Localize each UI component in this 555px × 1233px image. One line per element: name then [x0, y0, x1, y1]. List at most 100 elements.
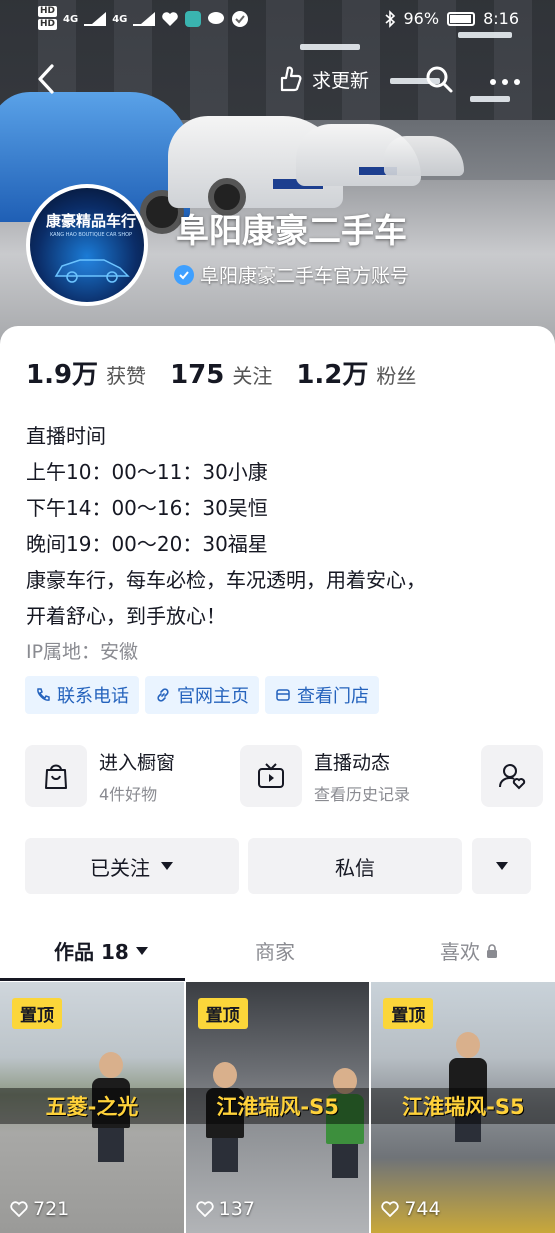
tab-merchant-label: 商家 — [255, 940, 295, 964]
store-icon — [276, 689, 290, 701]
verified-badge: 阜阳康豪二手车官方账号 — [174, 261, 409, 288]
profile-stats: 1.9万 获赞 175 关注 1.2万 粉丝 — [26, 354, 416, 391]
heart-icon — [10, 1201, 28, 1217]
tab-merchant[interactable]: 商家 — [255, 936, 295, 965]
live-activity-entry[interactable]: 直播动态 查看历史记录 — [240, 745, 410, 807]
video-likes: 137 — [196, 1198, 255, 1220]
link-label: 官网主页 — [177, 686, 249, 707]
message-button[interactable]: 私信 — [248, 838, 462, 894]
shield-check-icon — [232, 11, 249, 27]
chat-bubble-icon — [208, 12, 225, 24]
tv-icon — [240, 745, 302, 807]
live-activity-subtitle: 查看历史记录 — [314, 784, 411, 804]
bio-line: 下午14：00～16：30吴恒 — [26, 496, 268, 520]
stat-label: 关注 — [232, 364, 273, 388]
bio-line: 康豪车行，每车必检，车况透明，用着安心， — [26, 568, 426, 592]
contact-phone-link[interactable]: 联系电话 — [25, 676, 139, 714]
app-icon — [185, 11, 202, 27]
video-thumbnail[interactable]: 置顶 江淮瑞风-S5 744 — [371, 982, 555, 1233]
car-white — [384, 136, 464, 176]
tab-works[interactable]: 作品 18 — [54, 936, 149, 965]
stat-following[interactable]: 175 关注 — [170, 360, 272, 390]
search-icon[interactable] — [424, 64, 454, 94]
bio-line: 开着舒心，到手放心！ — [26, 604, 226, 628]
stat-number: 1.9万 — [26, 360, 99, 390]
bio-line: 直播时间 — [26, 424, 106, 448]
more-actions-button[interactable] — [472, 838, 531, 894]
view-store-link[interactable]: 查看门店 — [265, 676, 379, 714]
caret-down-icon — [161, 862, 173, 870]
person-figure — [449, 1032, 488, 1142]
bio-line: 上午10：00～11：30小康 — [26, 460, 268, 484]
video-likes-count: 137 — [218, 1198, 255, 1220]
video-likes-count: 721 — [33, 1198, 70, 1220]
shop-window-title: 进入橱窗 — [99, 751, 176, 774]
shop-window-subtitle: 4件好物 — [99, 784, 158, 804]
stat-likes[interactable]: 1.9万 获赞 — [26, 354, 146, 391]
heart-icon — [196, 1201, 214, 1217]
bluetooth-icon — [384, 9, 395, 28]
followed-button[interactable]: 已关注 — [25, 838, 239, 894]
video-thumbnail[interactable]: 置顶 五菱-之光 721 — [0, 982, 184, 1233]
signal-icon — [84, 12, 107, 26]
pinned-badge: 置顶 — [12, 998, 62, 1029]
shop-window-entry[interactable]: 进入橱窗 4件好物 — [25, 745, 175, 807]
more-options-icon[interactable] — [488, 64, 522, 94]
phone-icon — [37, 688, 50, 701]
video-likes: 744 — [381, 1198, 441, 1220]
signal-icon — [133, 12, 156, 26]
tab-likes[interactable]: 喜欢 — [440, 936, 498, 965]
video-title: 江淮瑞风-S5 — [185, 1088, 370, 1124]
user-heart-icon — [481, 745, 543, 807]
verified-label: 阜阳康豪二手车官方账号 — [200, 265, 410, 287]
active-tab-indicator — [0, 978, 185, 981]
status-bar: HD HD 4G 4G 96% 8:16 — [0, 0, 555, 38]
tab-works-label: 作品 18 — [54, 940, 129, 964]
clock: 8:16 — [483, 9, 519, 28]
stat-label: 粉丝 — [376, 364, 417, 388]
caret-down-icon — [135, 946, 148, 955]
back-arrow-icon[interactable] — [34, 62, 60, 96]
heart-icon — [381, 1201, 399, 1217]
ip-location: IP属地：安徽 — [26, 641, 139, 663]
website-link[interactable]: 官网主页 — [145, 676, 259, 714]
profile-name: 阜阳康豪二手车 — [176, 211, 407, 250]
request-update-button[interactable]: 求更新 — [274, 64, 369, 94]
video-title: 江淮瑞风-S5 — [371, 1088, 555, 1124]
thumb-finger-icon — [280, 66, 302, 92]
lock-icon — [487, 943, 497, 958]
hd-badge: HD — [38, 19, 58, 30]
stat-label: 获赞 — [106, 364, 147, 388]
avatar[interactable]: 康豪精品车行 KANG HAO BOUTIQUE CAR SHOP — [26, 184, 148, 306]
video-grid: 置顶 五菱-之光 721 置顶 江淮瑞风-S5 137 置顶 江淮瑞风-S5 7… — [0, 982, 555, 1233]
link-label: 联系电话 — [57, 686, 129, 707]
network-label: 4G — [112, 13, 128, 25]
video-likes: 721 — [10, 1198, 69, 1220]
pinned-badge: 置顶 — [383, 998, 434, 1029]
video-likes-count: 744 — [404, 1198, 441, 1220]
stat-followers[interactable]: 1.2万 粉丝 — [296, 354, 416, 391]
stat-number: 175 — [170, 360, 225, 390]
verified-check-icon — [174, 264, 194, 285]
friend-entry[interactable] — [481, 745, 543, 807]
tab-likes-label: 喜欢 — [440, 940, 480, 964]
battery-icon — [447, 11, 476, 26]
heart-rate-icon — [162, 12, 179, 26]
message-label: 私信 — [335, 855, 375, 880]
content-tabs: 作品 18 商家 喜欢 — [0, 926, 555, 981]
profile-card: 1.9万 获赞 175 关注 1.2万 粉丝 直播时间 上午10：00～11：3… — [0, 326, 555, 1233]
link-icon — [157, 688, 169, 702]
bio-line: 晚间19：00～20：30福星 — [26, 532, 268, 556]
hd-badge: HD — [38, 6, 58, 17]
battery-percent: 96% — [403, 9, 440, 28]
live-activity-title: 直播动态 — [314, 751, 391, 774]
profile-links: 联系电话 官网主页 查看门店 — [25, 676, 379, 714]
ceiling-light — [300, 44, 360, 50]
stat-number: 1.2万 — [296, 360, 369, 390]
profile-bio: 直播时间 上午10：00～11：30小康 下午14：00～16：30吴恒 晚间1… — [26, 418, 426, 634]
top-nav: 求更新 — [0, 56, 555, 102]
avatar-brand-subtext: KANG HAO BOUTIQUE CAR SHOP — [49, 232, 133, 238]
network-label: 4G — [63, 13, 79, 25]
followed-label: 已关注 — [90, 855, 150, 880]
video-thumbnail[interactable]: 置顶 江淮瑞风-S5 137 — [185, 982, 370, 1233]
